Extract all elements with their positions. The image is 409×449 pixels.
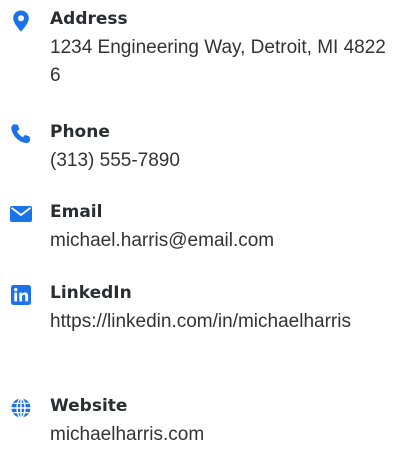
website-value[interactable]: michaelharris.com: [50, 421, 390, 449]
address-label: Address: [50, 9, 128, 29]
phone-value: (313) 555-7890: [50, 150, 180, 171]
map-pin-icon: [9, 9, 33, 33]
globe-icon: [9, 396, 33, 420]
phone-label: Phone: [50, 122, 110, 142]
linkedin-icon: [9, 283, 33, 307]
linkedin-label: LinkedIn: [50, 283, 132, 303]
address-value: 1234 Engineering Way, Detroit, MI 48226: [50, 37, 386, 86]
email-value: michael.harris@email.com: [50, 230, 275, 251]
envelope-icon: [9, 202, 33, 226]
linkedin-value[interactable]: https://linkedin.com/in/michaelharris: [50, 308, 390, 336]
website-label: Website: [50, 396, 128, 416]
phone-icon: [9, 122, 33, 146]
email-label: Email: [50, 202, 103, 222]
